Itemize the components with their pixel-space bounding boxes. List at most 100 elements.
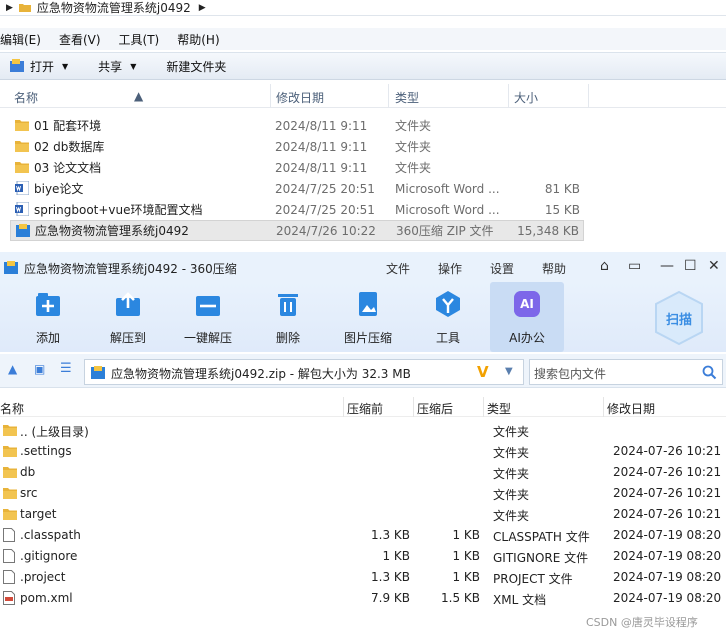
- file-icon: [3, 570, 15, 587]
- file-date: 2024/7/25 20:51: [275, 181, 375, 196]
- search-input[interactable]: 搜索包内文件: [529, 359, 723, 385]
- xml-file-icon: [3, 591, 15, 608]
- minimize-icon[interactable]: —: [660, 258, 674, 274]
- column-divider[interactable]: [388, 84, 389, 108]
- open-button[interactable]: 打开 ▼: [10, 58, 68, 75]
- path-field[interactable]: 应急物资物流管理系统j0492.zip - 解包大小为 32.3 MB V ▼: [84, 359, 524, 385]
- add-button[interactable]: 添加: [8, 282, 88, 352]
- file-type: Microsoft Word ...: [395, 202, 500, 217]
- zip-entry-row[interactable]: pom.xml 7.9 KB 1.5 KB XML 文档 2024-07-19 08:2…: [0, 588, 726, 609]
- column-divider[interactable]: [588, 84, 589, 108]
- menu-file[interactable]: 文件: [386, 260, 410, 277]
- zip-entry-row[interactable]: .settings 文件夹 2024-07-26 10:21: [0, 441, 726, 462]
- ai-office-label: AI办公: [509, 331, 545, 345]
- title-bar[interactable]: 应急物资物流管理系统j0492 - 360压缩 文件 操作 设置 帮助 ⌂ ▭ …: [0, 252, 726, 282]
- zip-column-date[interactable]: 修改日期: [607, 400, 655, 417]
- column-divider[interactable]: [603, 397, 604, 417]
- zip-entry-row[interactable]: .. (上级目录) 文件夹: [0, 420, 726, 441]
- zip-entry-row[interactable]: .project 1.3 KB 1 KB PROJECT 文件 2024-07-19 0…: [0, 567, 726, 588]
- column-name[interactable]: 名称: [14, 89, 38, 106]
- image-compress-label: 图片压缩: [343, 331, 392, 345]
- file-row[interactable]: 02 db数据库 2024/8/11 9:11 文件夹: [10, 136, 584, 157]
- folder-icon: [3, 465, 17, 481]
- entry-type: PROJECT 文件: [493, 572, 573, 586]
- tools-label: 工具: [435, 331, 460, 345]
- tools-button[interactable]: 工具: [408, 282, 488, 352]
- zip-column-type[interactable]: 类型: [487, 400, 511, 417]
- close-icon[interactable]: ✕: [708, 258, 720, 274]
- column-divider[interactable]: [508, 84, 509, 108]
- extract-to-button[interactable]: 解压到: [88, 282, 168, 352]
- window-title: 应急物资物流管理系统j0492 - 360压缩: [24, 262, 237, 276]
- column-date[interactable]: 修改日期: [276, 89, 324, 106]
- one-click-extract-label: 一键解压: [183, 331, 232, 345]
- column-divider[interactable]: [270, 84, 271, 108]
- file-type: Microsoft Word ...: [395, 181, 500, 196]
- chevron-down-icon[interactable]: ▼: [505, 366, 513, 377]
- maximize-icon[interactable]: ☐: [684, 258, 697, 274]
- menu-edit[interactable]: 编辑(E): [0, 31, 41, 48]
- thumbnail-view-icon[interactable]: ▣: [34, 362, 45, 376]
- entry-type: 文件夹: [493, 467, 530, 481]
- v-check-icon[interactable]: V: [477, 363, 489, 381]
- menu-help[interactable]: 帮助(H): [177, 31, 219, 48]
- entry-date: 2024-07-26 10:21: [613, 486, 722, 500]
- feedback-icon[interactable]: ▭: [628, 258, 641, 274]
- search-placeholder: 搜索包内文件: [534, 367, 607, 381]
- new-folder-label: 新建文件夹: [166, 59, 227, 74]
- file-size: 15,348 KB: [517, 223, 579, 238]
- ai-office-button[interactable]: AI AI办公: [490, 282, 564, 352]
- entry-unpacked-size: 1 KB: [452, 549, 480, 563]
- zip-column-header: 名称 压缩前 压缩后 类型 修改日期: [0, 397, 726, 417]
- search-icon[interactable]: [702, 365, 717, 380]
- menu-view[interactable]: 查看(V): [59, 31, 101, 48]
- zip-entry-row[interactable]: .gitignore 1 KB 1 KB GITIGNORE 文件 2024-07-19…: [0, 546, 726, 567]
- file-type: 文件夹: [395, 119, 432, 133]
- zip-entry-row[interactable]: db 文件夹 2024-07-26 10:21: [0, 462, 726, 483]
- ribbon-toolbar: 添加 解压到 一键解压 删除 图片压缩 工具 AI AI办公 扫描: [0, 282, 726, 352]
- scan-button[interactable]: 扫描: [652, 290, 706, 346]
- zip-entry-row[interactable]: .classpath 1.3 KB 1 KB CLASSPATH 文件 2024-07-…: [0, 525, 726, 546]
- menu-operate[interactable]: 操作: [438, 260, 462, 277]
- entry-type: 文件夹: [493, 488, 530, 502]
- sort-up-icon: ▲: [134, 89, 144, 103]
- file-row[interactable]: biye论文 2024/7/25 20:51 Microsoft Word ... 8…: [10, 178, 584, 199]
- file-row[interactable]: springboot+vue环境配置文档 2024/7/25 20:51 Micro…: [10, 199, 584, 220]
- delete-button[interactable]: 删除: [248, 282, 328, 352]
- file-row[interactable]: 01 配套环境 2024/8/11 9:11 文件夹: [10, 115, 584, 136]
- column-divider[interactable]: [343, 397, 344, 417]
- new-folder-button[interactable]: 新建文件夹: [166, 58, 226, 75]
- image-compress-button[interactable]: 图片压缩: [328, 282, 408, 352]
- folder-icon: [15, 118, 29, 134]
- list-view-icon[interactable]: ☰: [60, 361, 72, 376]
- column-divider[interactable]: [413, 397, 414, 417]
- menu-help[interactable]: 帮助: [542, 260, 566, 277]
- tools-icon: [436, 291, 460, 317]
- address-bar[interactable]: ▶ 应急物资物流管理系统j0492 ▶: [0, 0, 726, 16]
- file-date: 2024/7/26 10:22: [276, 223, 376, 238]
- file-row[interactable]: 应急物资物流管理系统j0492 2024/7/26 10:22 360压缩 ZIP …: [10, 220, 584, 241]
- menu-tools[interactable]: 工具(T): [119, 31, 160, 48]
- skin-icon[interactable]: ⌂: [600, 258, 609, 274]
- file-date: 2024/8/11 9:11: [275, 160, 368, 175]
- entry-type: 文件夹: [493, 425, 530, 439]
- menu-settings[interactable]: 设置: [490, 260, 514, 277]
- zip-column-packed[interactable]: 压缩前: [347, 400, 383, 417]
- image-compress-icon: [359, 292, 377, 316]
- zip-column-unpacked[interactable]: 压缩后: [417, 400, 453, 417]
- chevron-right-icon[interactable]: ▶: [6, 3, 13, 13]
- column-divider[interactable]: [483, 397, 484, 417]
- breadcrumb[interactable]: 应急物资物流管理系统j0492: [37, 0, 191, 16]
- up-arrow-icon[interactable]: ▲: [8, 362, 17, 376]
- share-button[interactable]: 共享 ▼: [98, 58, 136, 75]
- column-type[interactable]: 类型: [395, 89, 419, 106]
- zip-entry-row[interactable]: target 文件夹 2024-07-26 10:21: [0, 504, 726, 525]
- file-row[interactable]: 03 论文文档 2024/8/11 9:11 文件夹: [10, 157, 584, 178]
- zip-file-icon: [91, 366, 105, 379]
- one-click-extract-button[interactable]: 一键解压: [168, 282, 248, 352]
- chevron-right-icon[interactable]: ▶: [199, 3, 206, 13]
- entry-type: 文件夹: [493, 509, 530, 523]
- zip-entry-row[interactable]: src 文件夹 2024-07-26 10:21: [0, 483, 726, 504]
- zip-column-name[interactable]: 名称: [0, 400, 24, 417]
- column-size[interactable]: 大小: [514, 89, 538, 106]
